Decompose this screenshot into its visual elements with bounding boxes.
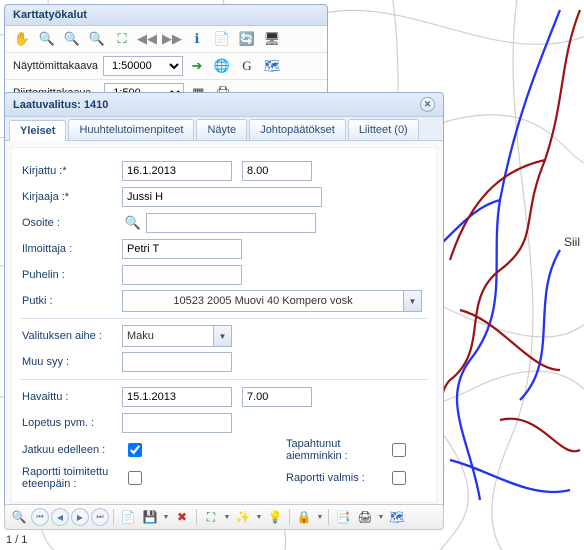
info-icon[interactable]: ℹ [186, 28, 208, 50]
complaint-topic-label: Valituksen aihe : [22, 330, 122, 342]
map-toolbar-row-1: ✋ 🔍 🔍 🔍 ⛶ ◀◀ ▶▶ ℹ 📄 🔄 🖥 [5, 26, 327, 52]
globe-icon[interactable]: 🌐 [211, 55, 233, 77]
export-map-icon[interactable]: 🗺 [387, 507, 407, 527]
notifier-input[interactable] [122, 239, 242, 259]
wand-dropdown-icon[interactable]: ▼ [255, 507, 263, 527]
save-dropdown-icon[interactable]: ▼ [162, 507, 170, 527]
tab-sample[interactable]: Näyte [196, 119, 247, 140]
pipe-select[interactable]: 10523 2005 Muovi 40 Kompero vosk ▼ [122, 290, 422, 312]
search-icon[interactable]: 🔍 [122, 212, 144, 234]
tab-flush[interactable]: Huuhtelutoimenpiteet [68, 119, 194, 140]
google-icon[interactable]: G [236, 55, 258, 77]
phone-input[interactable] [122, 265, 242, 285]
address-label: Osoite : [22, 217, 122, 229]
printer-dropdown-icon[interactable]: ▼ [377, 507, 385, 527]
phone-label: Puhelin : [22, 269, 122, 281]
happened-before-label: Tapahtunut aiemminkin : [286, 438, 386, 462]
last-record-icon[interactable]: ⏭ [91, 508, 109, 526]
form-title: Laatuvalitus: 1410 [13, 99, 108, 111]
report-ready-label: Raportti valmis : [286, 472, 386, 484]
record-pager: 1 / 1 [6, 534, 27, 546]
end-date-input[interactable] [122, 413, 232, 433]
form-body: Kirjattu :* Kirjaaja :* Osoite : 🔍 Ilmoi… [11, 147, 437, 503]
layers-icon[interactable]: 📑 [333, 507, 353, 527]
layers-down-icon[interactable]: 📄 [211, 28, 233, 50]
bottom-toolbar: 🔍 ⏮ ◀ ▶ ⏭ 📄 💾 ▼ ✖ ⛶ ▼ ✨ ▼ 💡 🔒 ▼ 📑 🖨 ▼ 🗺 [4, 504, 444, 530]
complaint-topic-select[interactable]: Maku ▼ [122, 325, 232, 347]
tab-conclusions[interactable]: Johtopäätökset [249, 119, 346, 140]
first-record-icon[interactable]: ⏮ [31, 508, 49, 526]
next-record-icon[interactable]: ▶ [71, 508, 89, 526]
report-ready-checkbox[interactable] [392, 471, 406, 485]
address-input[interactable] [146, 213, 316, 233]
continues-checkbox[interactable] [128, 443, 142, 457]
refresh-icon[interactable]: 🔄 [236, 28, 258, 50]
pan-icon[interactable]: ✋ [11, 28, 33, 50]
zoom-out-green-icon[interactable]: 🔍 [61, 28, 83, 50]
other-reason-label: Muu syy : [22, 356, 122, 368]
prev-extent-icon[interactable]: ◀◀ [136, 28, 158, 50]
tab-attachments[interactable]: Liitteet (0) [348, 119, 419, 140]
observed-time-input[interactable] [242, 387, 312, 407]
registered-label: Kirjattu :* [22, 165, 122, 177]
chevron-down-icon: ▼ [213, 326, 231, 346]
save-icon[interactable]: 💾 [140, 507, 160, 527]
lock-icon[interactable]: 🔒 [294, 507, 314, 527]
zoom-in-icon[interactable]: 🔍 [36, 28, 58, 50]
zoom-out-red-icon[interactable]: 🔍 [86, 28, 108, 50]
close-icon[interactable]: ✕ [420, 97, 435, 112]
end-date-label: Lopetus pvm. : [22, 417, 122, 429]
notifier-label: Ilmoittaja : [22, 243, 122, 255]
other-reason-input[interactable] [122, 352, 232, 372]
map-label-siil: Siil [564, 235, 580, 249]
prev-record-icon[interactable]: ◀ [51, 508, 69, 526]
lock-dropdown-icon[interactable]: ▼ [316, 507, 324, 527]
tab-general[interactable]: Yleiset [9, 120, 66, 141]
delete-icon[interactable]: ✖ [172, 507, 192, 527]
chevron-down-icon: ▼ [403, 291, 421, 311]
zoom-to-icon[interactable]: ⛶ [201, 507, 221, 527]
registrar-input[interactable] [122, 187, 322, 207]
registrar-label: Kirjaaja :* [22, 191, 122, 203]
quality-complaint-panel: Laatuvalitus: 1410 ✕ Yleiset Huuhtelutoi… [4, 92, 444, 510]
observed-date-input[interactable] [122, 387, 232, 407]
go-arrow-icon[interactable]: ➔ [186, 55, 208, 77]
observed-label: Havaittu : [22, 391, 122, 403]
extent-icon[interactable]: ⛶ [111, 28, 133, 50]
next-extent-icon[interactable]: ▶▶ [161, 28, 183, 50]
form-tabs: Yleiset Huuhtelutoimenpiteet Näyte Johto… [5, 117, 443, 141]
pipe-label: Putki : [22, 295, 122, 307]
continues-label: Jatkuu edelleen : [22, 444, 122, 456]
find-icon[interactable]: 🔍 [9, 507, 29, 527]
printer-icon[interactable]: 🖨 [355, 507, 375, 527]
happened-before-checkbox[interactable] [392, 443, 406, 457]
display-scale-label: Näyttömittakaava [11, 60, 100, 72]
form-header: Laatuvalitus: 1410 ✕ [5, 93, 443, 117]
display-scale-select[interactable]: 1:50000 [103, 56, 183, 76]
monitor-icon[interactable]: 🖥 [261, 28, 283, 50]
complaint-topic-text: Maku [123, 330, 213, 342]
map-tools-title-text: Karttatyökalut [13, 9, 87, 21]
wand-icon[interactable]: ✨ [233, 507, 253, 527]
pipe-select-text: 10523 2005 Muovi 40 Kompero vosk [123, 295, 403, 307]
map-tools-title: Karttatyökalut [5, 5, 327, 26]
registered-time-input[interactable] [242, 161, 312, 181]
registered-date-input[interactable] [122, 161, 232, 181]
new-record-icon[interactable]: 📄 [118, 507, 138, 527]
map-export-icon[interactable]: 🗺 [261, 55, 283, 77]
report-forwarded-checkbox[interactable] [128, 471, 142, 485]
map-toolbar-row-2: Näyttömittakaava 1:50000 ➔ 🌐 G 🗺 [5, 52, 327, 79]
zoom-to-dropdown-icon[interactable]: ▼ [223, 507, 231, 527]
highlight-icon[interactable]: 💡 [265, 507, 285, 527]
report-forwarded-label: Raportti toimitettu eteenpäin : [22, 466, 122, 490]
